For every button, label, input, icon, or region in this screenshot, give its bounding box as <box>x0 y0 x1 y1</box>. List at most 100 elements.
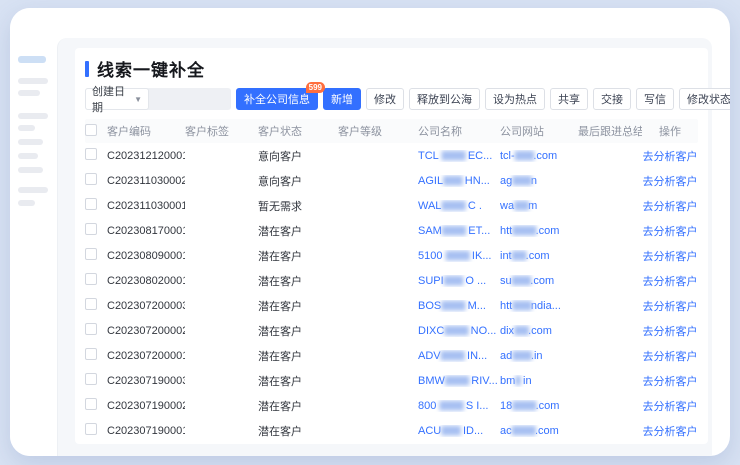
company-website[interactable]: 18█████.com <box>500 400 578 412</box>
customer-status: 潜在客户 <box>258 323 338 339</box>
customer-status: 潜在客户 <box>258 223 338 239</box>
share-button[interactable]: 共享 <box>550 88 588 110</box>
company-website[interactable]: ad████.in <box>500 350 578 362</box>
customer-code: C202307190001 <box>107 425 185 437</box>
company-website[interactable]: su████.com <box>500 275 578 287</box>
company-website-visible: .com <box>536 400 560 412</box>
company-website-visible: m <box>528 200 537 212</box>
sidebar-item[interactable] <box>18 139 43 145</box>
sidebar-item[interactable] <box>18 153 38 159</box>
company-name-redacted: ████ <box>441 426 460 435</box>
company-name[interactable]: BOS█████ M... <box>418 300 500 312</box>
add-button[interactable]: 新增 <box>323 88 361 110</box>
company-website-visible: .com <box>536 225 560 237</box>
analyze-customer-link[interactable]: 去分析客户 <box>643 301 698 313</box>
customer-status: 潜在客户 <box>258 248 338 264</box>
credit-badge: 599 <box>306 82 325 93</box>
company-name[interactable]: SUPI████ O ... <box>418 275 500 287</box>
complete-company-info-button[interactable]: 补全公司信息 599 <box>236 88 318 110</box>
edit-button[interactable]: 修改 <box>366 88 404 110</box>
company-website-redacted: ████ <box>512 301 531 310</box>
sidebar-item[interactable] <box>18 125 35 131</box>
customer-status: 暂无需求 <box>258 198 338 214</box>
company-website[interactable]: int███.com <box>500 250 578 262</box>
company-name-visible: RIV... <box>468 375 498 387</box>
analyze-customer-link[interactable]: 去分析客户 <box>643 426 698 438</box>
company-website[interactable]: wa███m <box>500 200 578 212</box>
analyze-customer-link[interactable]: 去分析客户 <box>643 401 698 413</box>
customer-code: C202312120001 <box>107 150 185 162</box>
company-name[interactable]: TCL █████ EC... <box>418 150 500 162</box>
company-website-redacted: ███ <box>514 326 528 335</box>
company-website[interactable]: htt█████.com <box>500 225 578 237</box>
analyze-customer-link[interactable]: 去分析客户 <box>643 201 698 213</box>
company-name-visible: AGIL <box>418 175 443 187</box>
customer-status: 意向客户 <box>258 173 338 189</box>
company-name-redacted: █████ <box>444 326 467 335</box>
analyze-customer-link[interactable]: 去分析客户 <box>643 176 698 188</box>
sidebar-item[interactable] <box>18 113 48 119</box>
col-company-website: 公司网站 <box>500 123 578 139</box>
change-status-button[interactable]: 修改状态 <box>679 88 730 110</box>
analyze-customer-link[interactable]: 去分析客户 <box>643 326 698 338</box>
company-website-visible: wa <box>500 200 514 212</box>
company-name[interactable]: 800 █████ S I... <box>418 400 500 412</box>
row-checkbox[interactable] <box>85 348 97 360</box>
company-website[interactable]: ag████n <box>500 175 578 187</box>
analyze-customer-link[interactable]: 去分析客户 <box>643 251 698 263</box>
row-checkbox[interactable] <box>85 148 97 160</box>
sidebar-item[interactable] <box>18 90 40 96</box>
company-name[interactable]: ACU████ ID... <box>418 425 500 437</box>
company-website[interactable]: ac█████.com <box>500 425 578 437</box>
customer-code: C202307200003 <box>107 300 185 312</box>
row-checkbox[interactable] <box>85 223 97 235</box>
sidebar-item[interactable] <box>18 167 43 173</box>
analyze-customer-link[interactable]: 去分析客户 <box>643 226 698 238</box>
company-name-visible: NO... <box>468 325 497 337</box>
company-name[interactable]: DIXC█████ NO... <box>418 325 500 337</box>
select-all-checkbox[interactable] <box>85 124 97 136</box>
handover-button[interactable]: 交接 <box>593 88 631 110</box>
row-checkbox[interactable] <box>85 273 97 285</box>
company-website-visible: htt <box>500 225 512 237</box>
company-website-visible: htt <box>500 300 512 312</box>
company-name[interactable]: 5100 █████ IK... <box>418 250 500 262</box>
company-name[interactable]: AGIL████ HN... <box>418 175 500 187</box>
sidebar-item[interactable] <box>18 78 48 84</box>
write-email-button[interactable]: 写信 <box>636 88 674 110</box>
company-website[interactable]: tcl-████.com <box>500 150 578 162</box>
analyze-customer-link[interactable]: 去分析客户 <box>643 151 698 163</box>
company-name[interactable]: WAL█████ C . <box>418 200 500 212</box>
row-checkbox[interactable] <box>85 398 97 410</box>
row-checkbox[interactable] <box>85 298 97 310</box>
page-title: 线索一键补全 <box>97 56 205 81</box>
company-name-visible: HN... <box>462 175 490 187</box>
company-name[interactable]: BMW█████ RIV... <box>418 375 500 387</box>
date-field-select[interactable]: 创建日期 ▼ <box>85 88 149 110</box>
company-website[interactable]: dix███.com <box>500 325 578 337</box>
set-hotspot-button[interactable]: 设为热点 <box>485 88 545 110</box>
company-name[interactable]: ADV█████ IN... <box>418 350 500 362</box>
row-checkbox[interactable] <box>85 423 97 435</box>
company-name[interactable]: SAM█████ ET... <box>418 225 500 237</box>
row-checkbox[interactable] <box>85 198 97 210</box>
analyze-customer-link[interactable]: 去分析客户 <box>643 351 698 363</box>
sidebar-item-active[interactable] <box>18 56 46 63</box>
company-name-visible: BMW <box>418 375 445 387</box>
company-website-redacted: ████ <box>512 276 531 285</box>
row-checkbox[interactable] <box>85 373 97 385</box>
release-to-pool-button[interactable]: 释放到公海 <box>409 88 480 110</box>
sidebar-item[interactable] <box>18 200 35 206</box>
table-row: C202307190003 潜在客户 BMW█████ RIV... bm█ i… <box>85 368 698 393</box>
row-checkbox[interactable] <box>85 323 97 335</box>
company-website[interactable]: htt████ndia... <box>500 300 578 312</box>
company-website[interactable]: bm█ in <box>500 375 578 387</box>
company-name-visible: SAM <box>418 225 442 237</box>
company-website-redacted: ████ <box>512 176 531 185</box>
row-checkbox[interactable] <box>85 173 97 185</box>
analyze-customer-link[interactable]: 去分析客户 <box>643 276 698 288</box>
sidebar-item[interactable] <box>18 187 48 193</box>
table-row: C202311030001 暂无需求 WAL█████ C . wa███m 去… <box>85 193 698 218</box>
row-checkbox[interactable] <box>85 248 97 260</box>
analyze-customer-link[interactable]: 去分析客户 <box>643 376 698 388</box>
